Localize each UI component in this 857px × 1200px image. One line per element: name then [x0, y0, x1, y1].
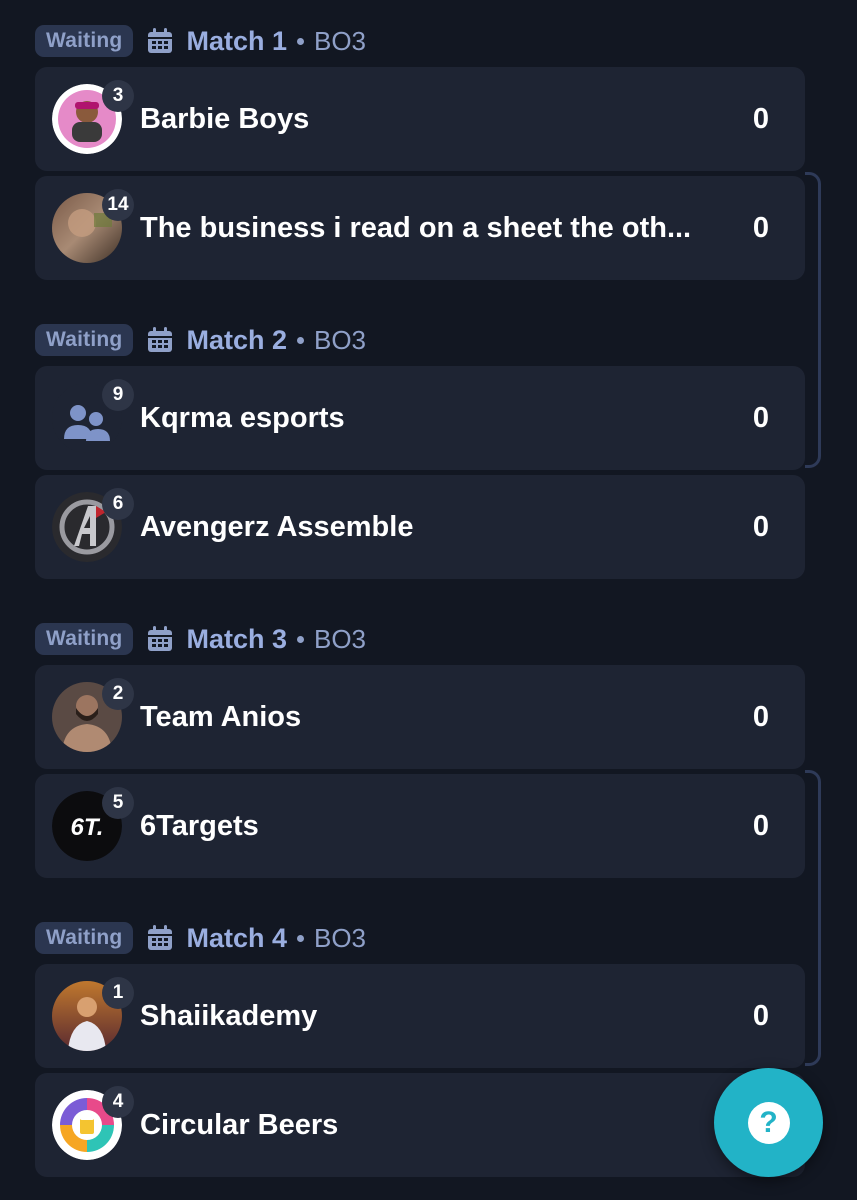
separator-dot — [296, 635, 304, 643]
match-title[interactable]: Match 2 — [186, 325, 287, 356]
team-avatar: 1 — [52, 977, 134, 1051]
match-format: BO3 — [313, 623, 367, 654]
help-button[interactable]: ? — [714, 1068, 823, 1177]
separator-dot — [296, 37, 304, 45]
team-avatar: 14 — [52, 189, 134, 263]
status-badge: Waiting — [35, 324, 134, 356]
seed-badge: 14 — [102, 189, 134, 221]
separator-dot — [296, 336, 304, 344]
team-score: 0 — [752, 999, 769, 1032]
bracket-connector — [805, 770, 821, 1066]
calendar-icon — [146, 924, 174, 952]
status-badge: Waiting — [35, 25, 134, 57]
team-score: 0 — [752, 401, 769, 434]
seed-badge: 9 — [102, 379, 134, 411]
separator-dot — [296, 934, 304, 942]
team-card-6targets[interactable]: 6T. 5 6Targets 0 — [35, 774, 805, 878]
match-format: BO3 — [313, 25, 367, 56]
team-card-avengerz[interactable]: 6 Avengerz Assemble 0 — [35, 475, 805, 579]
team-name: The business i read on a sheet the oth..… — [140, 211, 692, 244]
status-badge: Waiting — [35, 922, 134, 954]
team-name: Kqrma esports — [140, 401, 345, 434]
seed-badge: 6 — [102, 488, 134, 520]
match-header-3: Waiting Match 3 BO3 — [35, 623, 366, 655]
seed-badge: 5 — [102, 787, 134, 819]
team-avatar: 2 — [52, 678, 134, 752]
team-name: 6Targets — [140, 809, 259, 842]
match-title[interactable]: Match 4 — [186, 923, 287, 954]
6t-logo-text: 6T. — [71, 814, 104, 841]
team-card-kqrma[interactable]: 9 Kqrma esports 0 — [35, 366, 805, 470]
team-score: 0 — [752, 809, 769, 842]
team-card-shaiikademy[interactable]: 1 Shaiikademy 0 — [35, 964, 805, 1068]
calendar-icon — [146, 326, 174, 354]
team-card-team-anios[interactable]: 2 Team Anios 0 — [35, 665, 805, 769]
team-score: 0 — [752, 510, 769, 543]
team-score: 0 — [752, 700, 769, 733]
team-avatar: 9 — [52, 379, 134, 453]
calendar-icon — [146, 625, 174, 653]
match-format: BO3 — [313, 922, 367, 953]
bracket-connector — [805, 172, 821, 468]
status-badge: Waiting — [35, 623, 134, 655]
team-card-business[interactable]: 14 The business i read on a sheet the ot… — [35, 176, 805, 280]
seed-badge: 2 — [102, 678, 134, 710]
team-card-barbie-boys[interactable]: 3 Barbie Boys 0 — [35, 67, 805, 171]
match-format: BO3 — [313, 324, 367, 355]
team-avatar: 6 — [52, 488, 134, 562]
match-header-2: Waiting Match 2 BO3 — [35, 324, 366, 356]
seed-badge: 4 — [102, 1086, 134, 1118]
bracket-view: Waiting Match 1 BO3 3 Barbie Boys 0 14 T… — [0, 0, 857, 1200]
team-avatar: 3 — [52, 80, 134, 154]
team-avatar: 4 — [52, 1086, 134, 1160]
match-title[interactable]: Match 1 — [186, 26, 287, 57]
team-card-circular-beers[interactable]: 4 Circular Beers 0 — [35, 1073, 805, 1177]
seed-badge: 3 — [102, 80, 134, 112]
seed-badge: 1 — [102, 977, 134, 1009]
team-name: Shaiikademy — [140, 999, 318, 1032]
team-name: Barbie Boys — [140, 102, 310, 135]
match-header-4: Waiting Match 4 BO3 — [35, 922, 366, 954]
team-name: Circular Beers — [140, 1108, 339, 1141]
team-score: 0 — [752, 102, 769, 135]
question-icon: ? — [747, 1101, 790, 1144]
calendar-icon — [146, 27, 174, 55]
team-name: Team Anios — [140, 700, 302, 733]
match-title[interactable]: Match 3 — [186, 624, 287, 655]
team-avatar: 6T. 5 — [52, 787, 134, 861]
team-score: 0 — [752, 211, 769, 244]
match-header-1: Waiting Match 1 BO3 — [35, 25, 366, 57]
team-name: Avengerz Assemble — [140, 510, 414, 543]
